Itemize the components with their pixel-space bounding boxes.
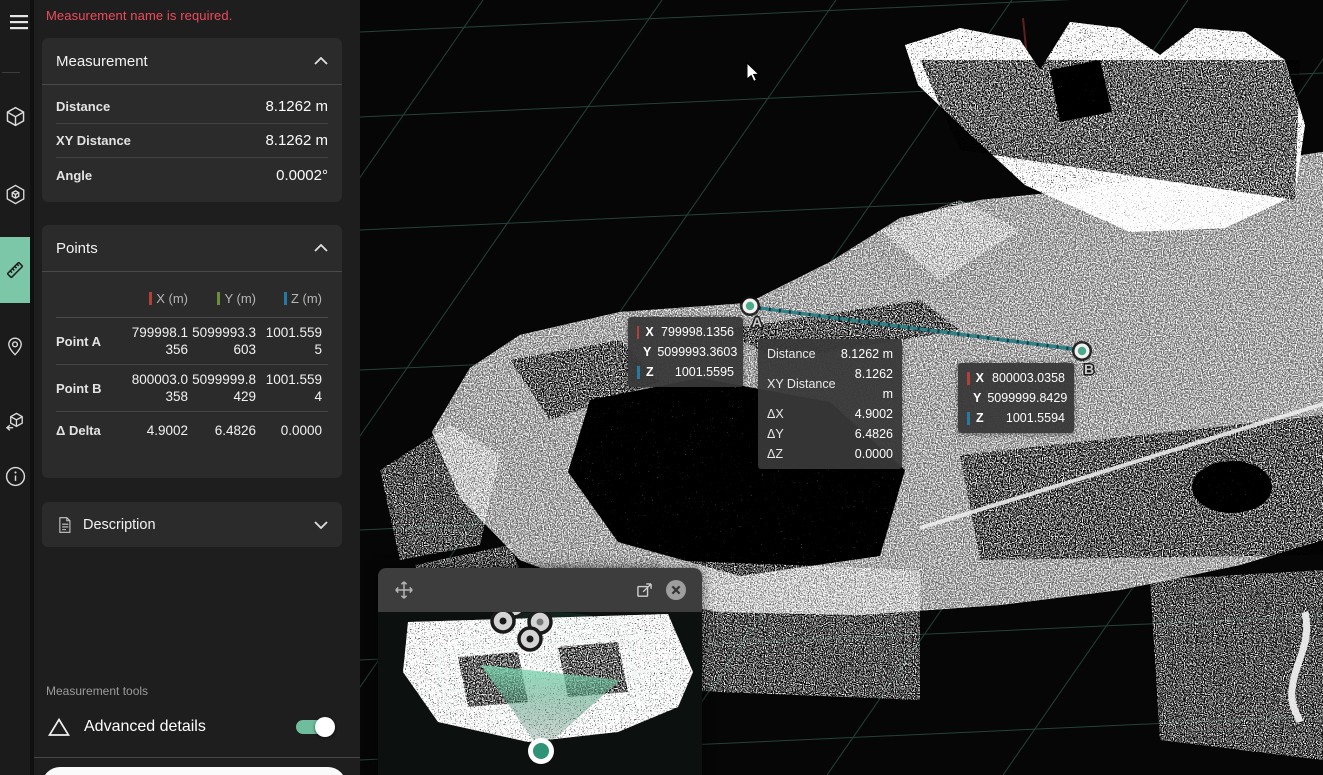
close-icon <box>664 578 688 602</box>
tooltip-row: X799998.1356 <box>637 322 734 342</box>
rail-item-models[interactable] <box>0 174 30 214</box>
points-table: X (m) Y (m) Z (m) Point A 799998.1356 50… <box>42 272 342 449</box>
tooltip-row: Distance8.1262 m <box>767 344 893 364</box>
app-root: Measurement name is required. Measuremen… <box>0 0 1323 775</box>
minimap-map[interactable] <box>378 612 702 775</box>
minimap-move-button[interactable] <box>388 574 420 606</box>
tooltip-row: ΔY6.4826 <box>767 424 893 444</box>
document-icon <box>56 515 73 535</box>
x-axis-color-bar <box>149 292 152 305</box>
rail-item-datasets[interactable] <box>0 401 30 441</box>
measurement-panel: Measurement Distance 8.1262 m XY Distanc… <box>42 38 342 202</box>
measurement-row: Distance 8.1262 m <box>56 90 328 124</box>
expand-icon <box>634 580 655 601</box>
z-axis-color-bar <box>637 366 640 379</box>
point-a-tooltip: X799998.1356 Y5099993.3603 Z1001.5595 <box>628 317 743 387</box>
measurement-sidebar: Measurement name is required. Measuremen… <box>34 0 360 775</box>
info-icon <box>4 465 27 488</box>
advanced-details-toggle[interactable] <box>296 720 332 734</box>
minimap-header[interactable] <box>378 568 702 612</box>
tooltip-row: Y5099999.8429 <box>967 388 1065 408</box>
current-position-marker[interactable] <box>528 738 554 764</box>
bottom-divider <box>34 757 360 758</box>
chevron-down-icon <box>314 521 328 529</box>
x-axis-color-bar <box>967 372 970 385</box>
row-value: 0.0002° <box>276 167 328 184</box>
row-label: Angle <box>56 168 92 183</box>
table-row-point-b: Point B 800003.0358 5099999.8429 1001.55… <box>56 365 328 412</box>
column-header-x: X (m) <box>126 291 188 306</box>
description-panel: Description <box>42 502 342 547</box>
table-row-delta: Δ Delta 4.9002 6.4826 0.0000 <box>56 412 328 449</box>
error-message: Measurement name is required. <box>46 8 232 23</box>
points-panel-title: Points <box>56 240 98 257</box>
map-pin-icon <box>4 335 26 357</box>
tooltip-row: ΔX4.9002 <box>767 404 893 424</box>
measurement-panel-title: Measurement <box>56 53 148 70</box>
y-axis-color-bar <box>217 292 220 305</box>
measurement-rows: Distance 8.1262 m XY Distance 8.1262 m A… <box>42 85 342 192</box>
minimap-panel <box>378 568 702 775</box>
rail-item-info[interactable] <box>0 456 30 496</box>
tooltip-row: Z1001.5595 <box>637 362 734 382</box>
minimap-close-button[interactable] <box>660 574 692 606</box>
row-label: XY Distance <box>56 133 131 148</box>
rail-divider <box>2 72 20 73</box>
advanced-details-label: Advanced details <box>84 718 206 736</box>
cube-icon <box>4 105 27 128</box>
move-icon <box>393 579 415 601</box>
tooltip-row: XY Distance8.1262 m <box>767 364 893 404</box>
row-label: Distance <box>56 99 110 114</box>
chevron-up-icon <box>314 244 328 252</box>
z-axis-color-bar <box>967 412 970 425</box>
toggle-knob <box>315 717 335 737</box>
measurement-panel-header[interactable]: Measurement <box>42 38 342 85</box>
measurement-row: Angle 0.0002° <box>56 158 328 192</box>
viewport-3d[interactable]: A B X799998.1356 Y5099993.3603 Z1001.559… <box>360 0 1323 775</box>
advanced-details-row: Advanced details <box>34 708 360 746</box>
ruler-icon <box>3 258 27 282</box>
menu-icon <box>9 14 29 30</box>
z-axis-color-bar <box>284 292 287 305</box>
main-menu-button[interactable] <box>4 2 34 42</box>
point-b-tooltip: X800003.0358 Y5099999.8429 Z1001.5594 <box>958 363 1074 433</box>
table-row-point-a: Point A 799998.1356 5099993.3603 1001.55… <box>56 318 328 365</box>
tooltip-row: ΔZ0.0000 <box>767 444 893 464</box>
tool-rail <box>0 0 34 775</box>
measurement-tooltip: Distance8.1262 m XY Distance8.1262 m ΔX4… <box>758 339 902 469</box>
row-value: 8.1262 m <box>265 98 328 115</box>
chevron-up-icon <box>314 57 328 65</box>
description-panel-header[interactable]: Description <box>42 502 342 547</box>
minimap-expand-button[interactable] <box>628 574 660 606</box>
measurement-row: XY Distance 8.1262 m <box>56 124 328 158</box>
bottom-action-button[interactable] <box>42 767 346 775</box>
row-value: 8.1262 m <box>265 132 328 149</box>
column-header-z: Z (m) <box>260 291 322 306</box>
description-panel-title: Description <box>83 517 156 533</box>
tools-section-label: Measurement tools <box>46 684 148 698</box>
triangle-icon <box>48 716 70 738</box>
tooltip-row: Z1001.5594 <box>967 408 1065 428</box>
rail-item-measure[interactable] <box>0 237 30 303</box>
points-panel-header[interactable]: Points <box>42 225 342 272</box>
dataset-box-icon <box>4 410 27 433</box>
points-panel: Points X (m) Y (m) Z (m) Point A 799998.… <box>42 225 342 478</box>
points-table-header: X (m) Y (m) Z (m) <box>56 280 328 318</box>
rail-item-3d-view[interactable] <box>0 96 30 136</box>
model-box-icon <box>4 183 27 206</box>
column-header-y: Y (m) <box>192 291 256 306</box>
rail-item-places[interactable] <box>0 326 30 366</box>
tooltip-row: Y5099993.3603 <box>637 342 734 362</box>
x-axis-color-bar <box>637 326 639 339</box>
tooltip-row: X800003.0358 <box>967 368 1065 388</box>
